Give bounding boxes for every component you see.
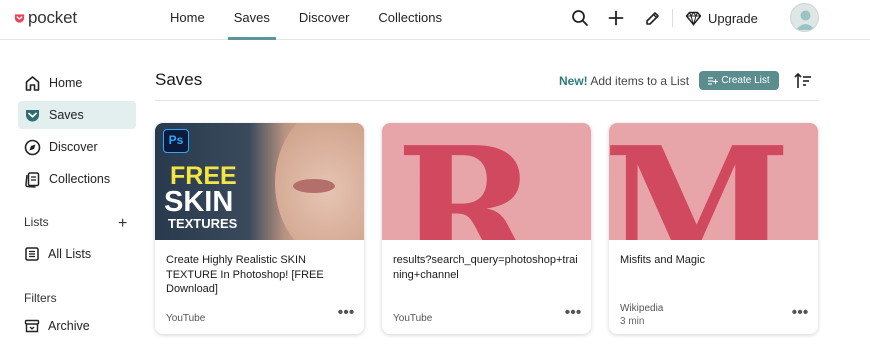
photoshop-badge: Ps xyxy=(163,129,189,153)
add-list-icon[interactable]: + xyxy=(118,215,127,233)
new-feature-notice: New! Add items to a List xyxy=(559,74,689,88)
add-icon[interactable] xyxy=(604,6,628,30)
more-options-icon[interactable]: ••• xyxy=(562,305,584,324)
home-icon xyxy=(25,75,40,91)
card-source: Wikipedia xyxy=(620,303,664,314)
new-feature-text: Add items to a List xyxy=(590,74,690,88)
top-nav-tabs: Home Saves Discover Collections xyxy=(160,0,461,40)
top-navigation-bar: pocket Home Saves Discover Collections U… xyxy=(0,0,870,40)
more-options-icon[interactable]: ••• xyxy=(789,305,811,324)
new-badge: New! xyxy=(559,74,588,88)
sidebar-item-label: Discover xyxy=(49,140,98,154)
collections-icon xyxy=(25,171,40,188)
pocket-logo[interactable]: pocket xyxy=(14,8,77,28)
card-thumbnail: R xyxy=(382,123,591,240)
pocket-icon xyxy=(26,109,39,121)
compass-icon xyxy=(24,139,41,155)
sidebar-item-label: Archive xyxy=(48,319,90,333)
create-list-label: Create List xyxy=(721,75,770,86)
sidebar-item-all-lists[interactable]: All Lists xyxy=(18,240,136,268)
search-icon[interactable] xyxy=(568,6,592,30)
sidebar-item-collections[interactable]: Collections xyxy=(18,165,136,193)
sort-icon[interactable] xyxy=(793,71,813,91)
card-read-time: 3 min xyxy=(620,316,645,327)
saved-item-card[interactable]: Ps FREE SKIN TEXTURES Create Highly Real… xyxy=(155,123,364,334)
top-actions: Upgrade xyxy=(568,0,758,36)
page-title: Saves xyxy=(155,70,203,89)
card-title[interactable]: Create Highly Realistic SKIN TEXTURE In … xyxy=(166,253,356,297)
sidebar-item-home[interactable]: Home xyxy=(18,69,136,97)
diamond-icon xyxy=(685,11,702,26)
topnav-discover[interactable]: Discover xyxy=(289,0,360,40)
thumb-text-textures: TEXTURES xyxy=(168,216,238,231)
thumb-text-skin: SKIN xyxy=(164,186,234,218)
sidebar-item-label: All Lists xyxy=(48,247,92,261)
filters-heading: Filters xyxy=(24,291,57,305)
thumb-letter: M xyxy=(609,123,792,240)
sidebar-item-label: Home xyxy=(49,76,83,90)
card-title[interactable]: Misfits and Magic xyxy=(620,253,810,268)
divider xyxy=(672,9,673,27)
saved-item-card[interactable]: R results?search_query=photoshop+trainin… xyxy=(382,123,591,334)
sidebar-item-label: Collections xyxy=(49,172,111,186)
more-options-icon[interactable]: ••• xyxy=(335,305,357,324)
sidebar: Home Saves Discover Collections Lists + … xyxy=(0,40,140,354)
archive-icon xyxy=(24,319,40,333)
card-thumbnail: M xyxy=(609,123,818,240)
card-source: YouTube xyxy=(166,313,206,324)
topnav-home[interactable]: Home xyxy=(160,0,215,40)
sidebar-item-discover[interactable]: Discover xyxy=(18,133,136,161)
lists-heading: Lists xyxy=(24,215,49,229)
card-thumbnail: Ps FREE SKIN TEXTURES xyxy=(155,123,364,240)
topnav-collections[interactable]: Collections xyxy=(368,0,452,40)
header-divider xyxy=(155,100,818,101)
sidebar-item-archive[interactable]: Archive xyxy=(18,312,136,340)
list-add-icon xyxy=(708,76,719,85)
highlighter-icon[interactable] xyxy=(640,6,664,30)
avatar[interactable] xyxy=(790,3,819,32)
logo-text: pocket xyxy=(28,8,77,27)
upgrade-button[interactable]: Upgrade xyxy=(685,11,758,26)
saved-item-card[interactable]: M Misfits and Magic Wikipedia 3 min ••• xyxy=(609,123,818,334)
upgrade-label: Upgrade xyxy=(708,10,758,26)
thumb-letter: R xyxy=(396,123,538,240)
create-list-button[interactable]: Create List xyxy=(699,71,779,90)
topnav-saves[interactable]: Saves xyxy=(224,0,280,40)
pocket-logo-icon xyxy=(14,13,25,23)
card-source: YouTube xyxy=(393,313,433,324)
card-title[interactable]: results?search_query=photoshop+training+… xyxy=(393,253,583,282)
sidebar-item-saves[interactable]: Saves xyxy=(18,101,136,129)
list-icon xyxy=(25,247,39,261)
sidebar-item-label: Saves xyxy=(49,108,84,122)
